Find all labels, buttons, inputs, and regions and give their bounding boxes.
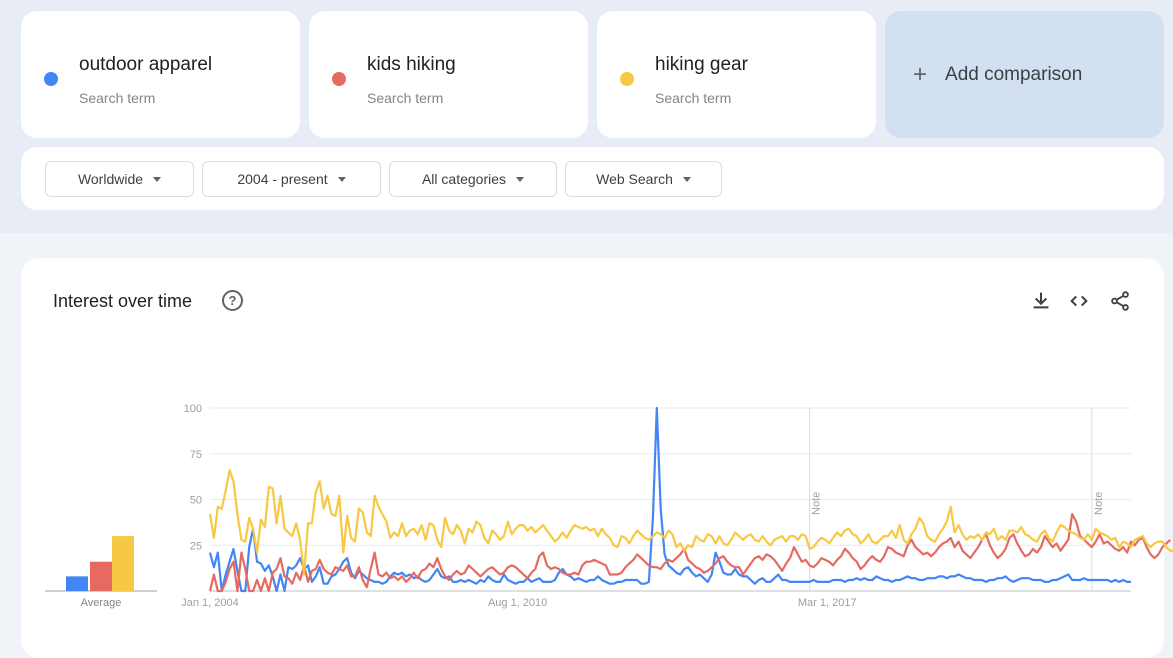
x-tick-label: Aug 1, 2010: [488, 597, 547, 609]
average-bar-outdoor-apparel: [66, 576, 88, 591]
x-axis-ticks: Jan 1, 2004 Aug 1, 2010 Mar 1, 2017: [181, 597, 856, 609]
y-tick-label: 100: [184, 403, 202, 415]
x-tick-label: Jan 1, 2004: [181, 597, 239, 609]
y-axis-ticks: 25 50 75 100: [184, 403, 202, 552]
series-line-hiking-gear[interactable]: [208, 469, 1173, 576]
average-bar-kids-hiking: [90, 561, 112, 591]
average-bars: Average: [45, 536, 157, 609]
average-bar-hiking-gear: [112, 536, 134, 591]
y-tick-label: 50: [190, 495, 202, 507]
y-tick-label: 75: [190, 449, 202, 461]
x-tick-label: Mar 1, 2017: [798, 597, 857, 609]
note-label[interactable]: Note: [1093, 492, 1105, 515]
average-label: Average: [81, 597, 122, 609]
interest-chart: Average 25 50 75 100 Note Note Jan 1, 2004 Au…: [45, 403, 1173, 609]
note-label[interactable]: Note: [811, 492, 823, 515]
series-line-kids-hiking[interactable]: [208, 512, 1171, 593]
y-tick-label: 25: [190, 540, 202, 552]
